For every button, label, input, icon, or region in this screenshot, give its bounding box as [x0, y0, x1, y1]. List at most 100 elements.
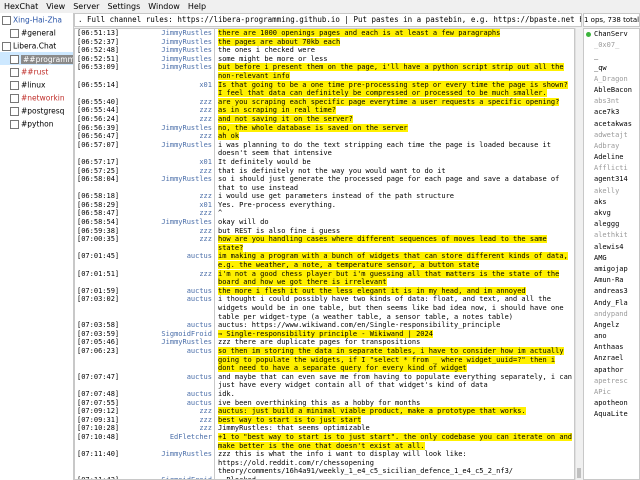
tree-expander-icon[interactable] [10, 106, 19, 116]
user-list-item[interactable]: apathor [584, 365, 639, 376]
user-list-item[interactable]: APic [584, 387, 639, 398]
menu-view[interactable]: View [42, 2, 69, 11]
message-nick[interactable]: zzz [142, 209, 214, 218]
menu-settings[interactable]: Settings [103, 2, 144, 11]
chat-log[interactable]: [06:51:13] JimmyRustles there are 1000 ope… [74, 28, 575, 480]
message-nick[interactable]: JimmyRustles [142, 124, 214, 133]
channel-topic[interactable]: . Full channel rules: https://libera-pro… [74, 13, 582, 27]
user-list-item[interactable]: apotheon [584, 398, 639, 409]
user-list-item[interactable]: AbleBacon [584, 85, 639, 96]
channel-item[interactable]: ##rust [0, 65, 73, 78]
user-list-item[interactable]: agent314 [584, 174, 639, 185]
tree-expander-icon[interactable] [10, 119, 19, 129]
network-item[interactable]: Xing-Hai-Zha [0, 13, 73, 26]
user-list[interactable]: ChanServ _0x07_ _ _qw A_Dragon AbleBacon abs3n… [583, 28, 640, 480]
user-list-item[interactable]: Anzrael [584, 353, 639, 364]
channel-item[interactable]: #general [0, 26, 73, 39]
message-nick[interactable]: JimmyRustles [142, 218, 214, 227]
message-nick[interactable]: auctus [142, 373, 214, 390]
tree-expander-icon[interactable] [10, 54, 19, 64]
message-nick[interactable]: x01 [142, 158, 214, 167]
message-nick[interactable]: zzz [142, 407, 214, 416]
message-nick[interactable]: auctus [142, 287, 214, 296]
tree-expander-icon[interactable] [10, 67, 19, 77]
user-list-item[interactable]: Adbray [584, 141, 639, 152]
network-item[interactable]: Libera.Chat [0, 39, 73, 52]
message-nick[interactable]: x01 [142, 201, 214, 210]
user-list-item[interactable]: Angelz [584, 320, 639, 331]
channel-item[interactable]: #postgresq [0, 104, 73, 117]
user-list-item[interactable]: alethkit [584, 230, 639, 241]
message-nick[interactable]: zzz [142, 424, 214, 433]
user-list-item[interactable]: aks [584, 197, 639, 208]
message-nick[interactable]: JimmyRustles [142, 450, 214, 476]
channel-item[interactable]: ##programm [0, 52, 73, 65]
message-nick[interactable]: zzz [142, 192, 214, 201]
message-nick[interactable]: JimmyRustles [142, 29, 214, 38]
message-nick[interactable]: JimmyRustles [142, 38, 214, 47]
message-nick[interactable]: zzz [142, 416, 214, 425]
user-list-item[interactable]: Afflicti [584, 163, 639, 174]
menu-help[interactable]: Help [184, 2, 210, 11]
channel-item[interactable]: #python [0, 117, 73, 130]
message-nick[interactable]: auctus [142, 295, 214, 321]
user-list-item[interactable]: akelly [584, 186, 639, 197]
message-nick[interactable]: JimmyRustles [142, 175, 214, 192]
message-nick[interactable]: zzz [142, 227, 214, 236]
message-nick[interactable]: zzz [142, 235, 214, 252]
message-nick[interactable]: SigmoidFroid [142, 330, 214, 339]
user-list-item[interactable]: _ [584, 51, 639, 62]
message-nick[interactable]: zzz [142, 115, 214, 124]
message-nick[interactable]: auctus [142, 321, 214, 330]
user-list-item[interactable]: aleggg [584, 219, 639, 230]
message-nick[interactable]: JimmyRustles [142, 46, 214, 55]
message-nick[interactable]: JimmyRustles [142, 55, 214, 64]
menu-window[interactable]: Window [144, 2, 184, 11]
message-nick[interactable]: auctus [142, 399, 214, 408]
user-list-item[interactable]: akvg [584, 208, 639, 219]
message-nick[interactable]: JimmyRustles [142, 338, 214, 347]
message-nick[interactable]: zzz [142, 270, 214, 287]
channel-item[interactable]: #linux [0, 78, 73, 91]
message-nick[interactable]: JimmyRustles [142, 63, 214, 80]
scrollbar-thumb[interactable] [577, 468, 581, 478]
user-list-item[interactable]: _qw [584, 63, 639, 74]
message-nick[interactable]: JimmyRustles [142, 141, 214, 158]
message-nick[interactable]: zzz [142, 106, 214, 115]
user-list-item[interactable]: ace7k3 [584, 107, 639, 118]
user-list-item[interactable]: Andy_Fla [584, 298, 639, 309]
tree-expander-icon[interactable] [10, 28, 19, 38]
user-list-item[interactable]: abs3nt [584, 96, 639, 107]
user-list-item[interactable]: AMG [584, 253, 639, 264]
tree-expander-icon[interactable] [10, 80, 19, 90]
message-nick[interactable]: auctus [142, 390, 214, 399]
user-list-item[interactable]: andypand [584, 309, 639, 320]
menu-hexchat[interactable]: HexChat [0, 2, 42, 11]
user-list-item[interactable]: ano [584, 331, 639, 342]
user-list-item[interactable]: Adeline [584, 152, 639, 163]
tree-expander-icon[interactable] [10, 93, 19, 103]
channel-item[interactable]: #networkin [0, 91, 73, 104]
message-nick[interactable]: auctus [142, 347, 214, 373]
user-list-item[interactable]: AquaLite [584, 409, 639, 420]
chat-scrollbar[interactable] [575, 28, 582, 480]
user-list-item[interactable]: Anthaas [584, 342, 639, 353]
user-list-item[interactable]: Amun-Ra [584, 275, 639, 286]
tree-expander-icon[interactable] [2, 41, 11, 51]
user-list-item[interactable]: andreas3 [584, 286, 639, 297]
menu-server[interactable]: Server [69, 2, 103, 11]
user-list-item[interactable]: acetakwas [584, 119, 639, 130]
user-list-item[interactable]: ChanServ [584, 29, 639, 40]
user-list-item[interactable]: amigojap [584, 264, 639, 275]
message-nick[interactable]: EdFletcher [142, 433, 214, 450]
message-nick[interactable]: auctus [142, 252, 214, 269]
user-list-item[interactable]: alewis4 [584, 242, 639, 253]
user-list-item[interactable]: adwetajt [584, 130, 639, 141]
message-nick[interactable]: x01 [142, 81, 214, 98]
message-nick[interactable]: zzz [142, 132, 214, 141]
user-list-item[interactable]: apetresc [584, 376, 639, 387]
message-nick[interactable]: zzz [142, 98, 214, 107]
message-nick[interactable]: zzz [142, 167, 214, 176]
user-list-item[interactable]: _0x07_ [584, 40, 639, 51]
message-nick[interactable]: SigmoidFroid [142, 476, 214, 479]
